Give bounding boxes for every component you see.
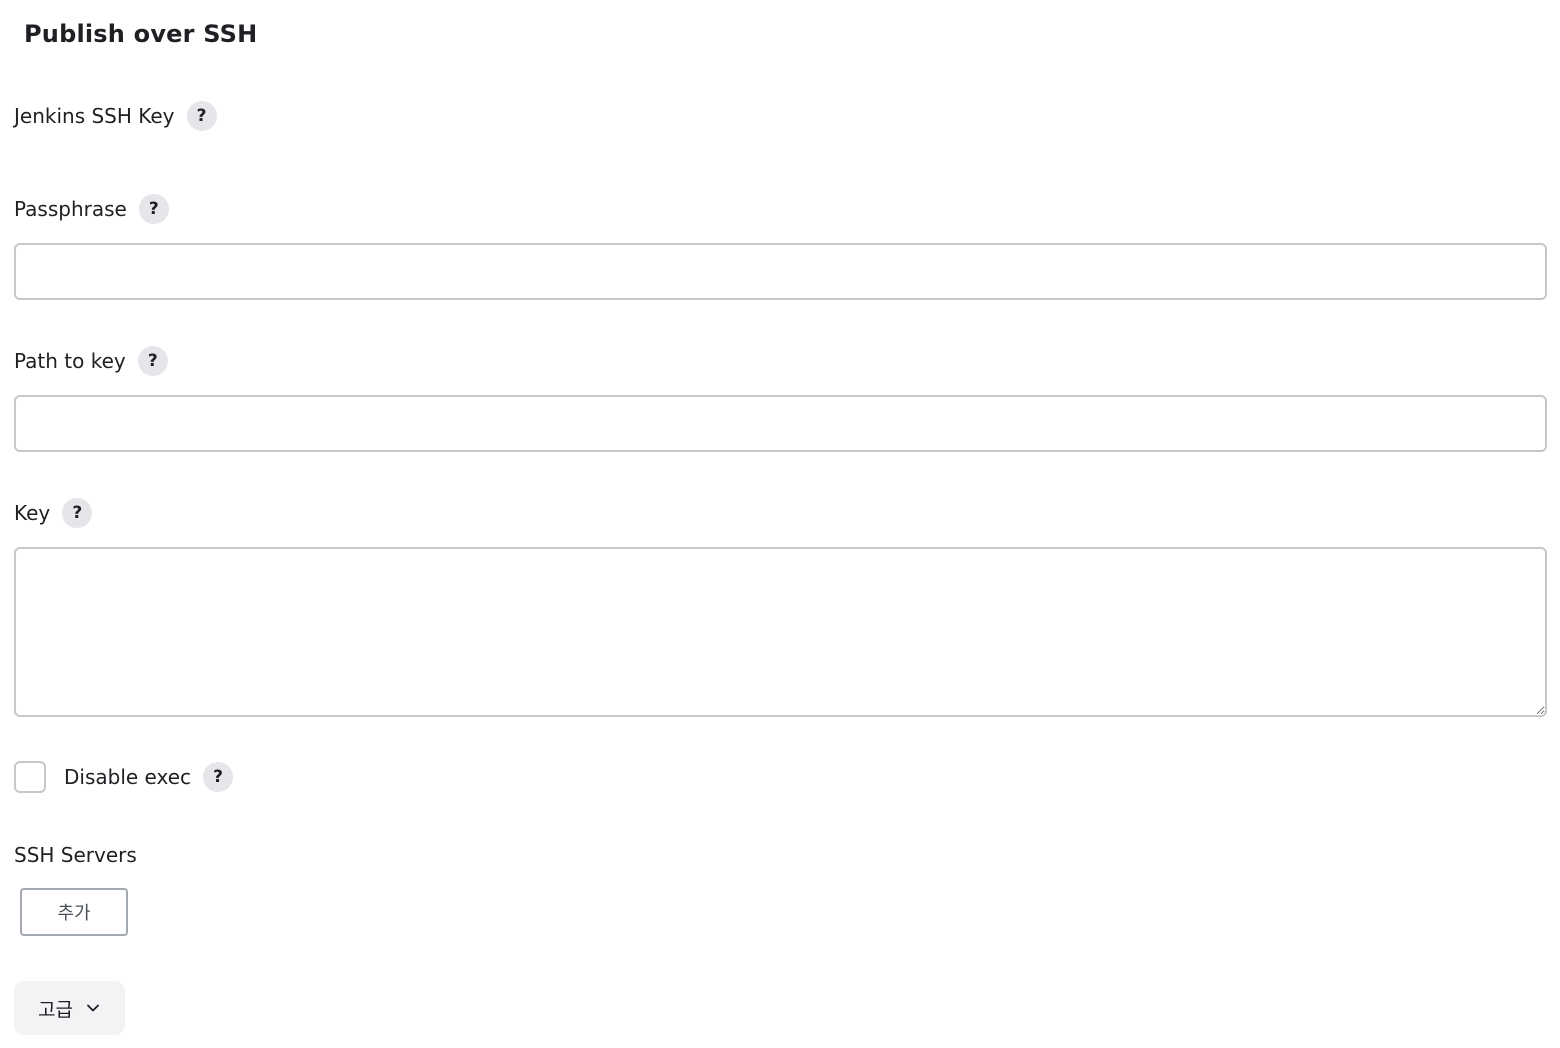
key-label-row: Key ? [14, 498, 93, 528]
jenkins-ssh-key-label: Jenkins SSH Key [14, 104, 175, 128]
chevron-down-icon [87, 1004, 99, 1012]
passphrase-label-row: Passphrase ? [14, 194, 169, 224]
passphrase-help-icon[interactable]: ? [138, 194, 169, 224]
passphrase-input[interactable] [14, 243, 1547, 300]
section-title: Publish over SSH [24, 20, 258, 48]
ssh-servers-label: SSH Servers [14, 843, 137, 867]
add-ssh-server-button[interactable]: 추가 [20, 888, 128, 936]
path-to-key-label-row: Path to key ? [14, 346, 168, 376]
path-to-key-label: Path to key [14, 349, 126, 373]
key-textarea[interactable] [14, 547, 1547, 717]
jenkins-ssh-key-help-icon[interactable]: ? [186, 101, 217, 131]
disable-exec-help-icon[interactable]: ? [203, 762, 234, 792]
ssh-servers-label-row: SSH Servers [14, 843, 137, 867]
path-to-key-input[interactable] [14, 395, 1547, 452]
publish-over-ssh-page: Publish over SSH Jenkins SSH Key ? Passp… [0, 0, 1560, 1048]
disable-exec-checkbox[interactable] [14, 761, 46, 793]
advanced-label: 고급 [38, 998, 73, 1021]
disable-exec-row: Disable exec ? [14, 761, 234, 793]
path-to-key-help-icon[interactable]: ? [137, 346, 168, 376]
disable-exec-label[interactable]: Disable exec [64, 765, 191, 789]
jenkins-ssh-key-label-row: Jenkins SSH Key ? [14, 101, 217, 131]
key-label: Key [14, 501, 51, 525]
key-help-icon[interactable]: ? [62, 498, 93, 528]
advanced-button[interactable]: 고급 [14, 981, 125, 1035]
passphrase-label: Passphrase [14, 197, 127, 221]
